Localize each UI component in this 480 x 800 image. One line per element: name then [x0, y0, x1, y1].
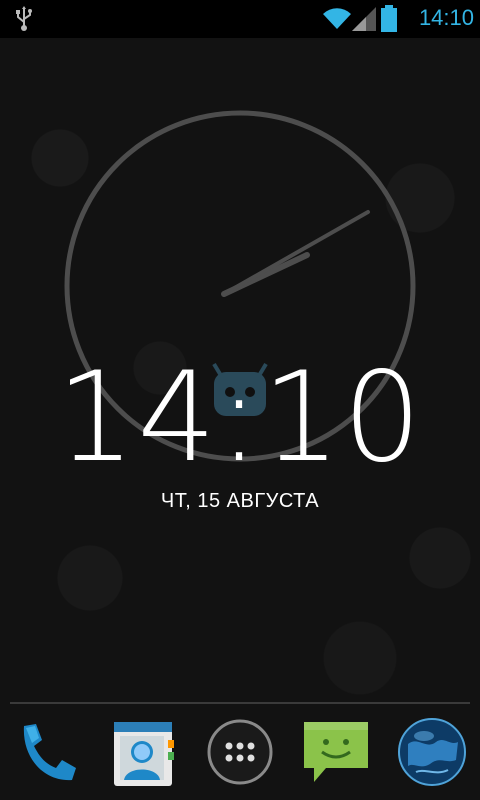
messaging-icon[interactable]	[300, 716, 372, 788]
contacts-icon[interactable]	[106, 716, 178, 788]
wifi-icon	[322, 6, 352, 34]
app-drawer-icon[interactable]	[204, 716, 276, 788]
digital-clock[interactable]: 14:10	[0, 356, 480, 480]
phone-icon[interactable]	[10, 716, 82, 788]
usb-icon	[14, 6, 34, 36]
dock-divider	[10, 702, 470, 704]
status-bar: 14:10	[0, 0, 480, 38]
battery-icon	[380, 5, 398, 37]
signal-icon	[352, 7, 376, 35]
date-label[interactable]: ЧТ, 15 АВГУСТА	[0, 490, 480, 513]
status-time: 14:10	[418, 5, 474, 30]
browser-icon[interactable]	[396, 716, 468, 788]
